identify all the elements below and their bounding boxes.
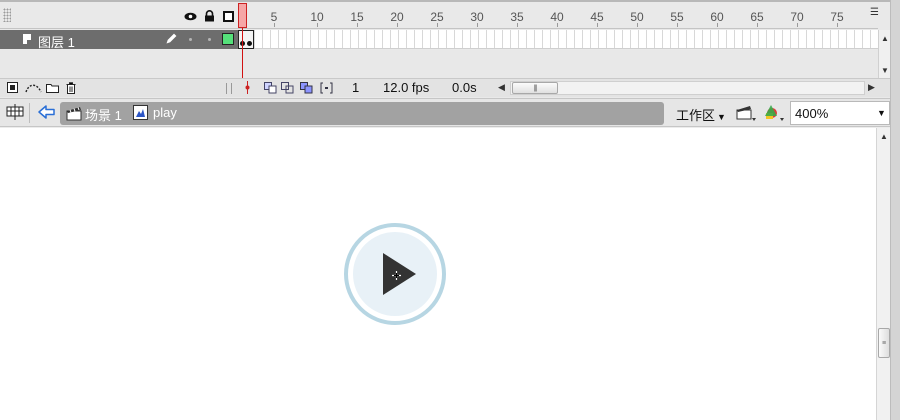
zoom-value: 400% [795, 106, 829, 121]
ruler-tick [477, 23, 478, 27]
chevron-down-icon: ▼ [717, 112, 726, 122]
ruler-number: 50 [630, 10, 644, 24]
ruler-tick [677, 23, 678, 27]
pencil-icon [166, 33, 177, 44]
edit-bar-divider [29, 103, 30, 123]
ruler-number: 65 [750, 10, 764, 24]
keyframe-dot [247, 41, 252, 46]
ruler-number: 70 [790, 10, 804, 24]
breadcrumb: 场景 1 play [60, 102, 664, 125]
ruler-number: 30 [470, 10, 484, 24]
back-arrow-icon[interactable] [38, 104, 56, 120]
ruler-number: 45 [590, 10, 604, 24]
scrollbar-thumb[interactable]: ||| [512, 82, 558, 94]
ruler-tick [837, 23, 838, 27]
timeline-header-divider [0, 28, 878, 29]
ruler-number: 5 [270, 10, 278, 24]
trash-icon[interactable] [64, 81, 77, 94]
edit-scene-icon[interactable] [736, 104, 758, 122]
ruler-tick [597, 23, 598, 27]
layer-outline-color[interactable] [222, 33, 234, 45]
onion-skin-outlines-icon[interactable] [281, 81, 294, 94]
ruler-number: 10 [310, 10, 324, 24]
lock-icon[interactable] [202, 9, 216, 23]
ruler-tick [557, 23, 558, 27]
edit-bar: 场景 1 play 工作区 ▼ 400% ▼ [0, 98, 900, 127]
stage-vertical-scrollbar[interactable]: ▲ ≡ [876, 128, 890, 420]
ruler-number: 60 [710, 10, 724, 24]
center-frame-icon[interactable] [242, 81, 252, 94]
stage[interactable] [0, 128, 876, 420]
ruler-number: 15 [350, 10, 364, 24]
edit-symbols-icon[interactable] [762, 104, 786, 122]
eye-icon[interactable] [183, 9, 197, 23]
workspace-menu[interactable]: 工作区 ▼ [676, 105, 726, 124]
motion-guide-icon[interactable] [24, 81, 42, 94]
ruler-number: 35 [510, 10, 524, 24]
symbol-crumb[interactable]: play [153, 105, 177, 120]
timeline-top-rule [0, 0, 900, 2]
timeline-panel: 1 5 10 15 20 25 30 35 40 45 50 55 60 65 … [0, 0, 900, 98]
layer-lock-dot[interactable] [208, 38, 211, 41]
scrollbar-thumb[interactable]: ≡ [878, 328, 890, 358]
frame-rate[interactable]: 12.0 fps [383, 80, 429, 95]
scroll-up-arrow-icon[interactable]: ▲ [878, 130, 890, 142]
scroll-right-arrow-icon[interactable]: ▶ [868, 82, 875, 93]
ruler-number: 20 [390, 10, 404, 24]
ruler-tick [757, 23, 758, 27]
ruler-tick [637, 23, 638, 27]
scene-clapper-icon [66, 105, 82, 121]
ruler-number: 55 [670, 10, 684, 24]
playhead[interactable] [238, 3, 247, 28]
frame-grid[interactable] [238, 30, 878, 49]
ruler-number: 75 [830, 10, 844, 24]
layer-visibility-dot[interactable] [189, 38, 192, 41]
ruler-number: 25 [430, 10, 444, 24]
scroll-left-arrow-icon[interactable]: ◀ [498, 82, 505, 93]
ruler-tick [717, 23, 718, 27]
ruler-tick [797, 23, 798, 27]
ruler-tick [274, 23, 275, 27]
ruler-tick [317, 23, 318, 27]
workspace-label: 工作区 [676, 108, 716, 123]
keyframe-1[interactable] [238, 30, 254, 49]
layers-empty-area [0, 50, 878, 78]
scene-crumb[interactable]: 场景 1 [85, 105, 122, 124]
new-folder-icon[interactable] [46, 81, 59, 94]
panel-edge [890, 0, 900, 420]
ruler-tick [397, 23, 398, 27]
timeline-toggle-icon[interactable] [5, 102, 25, 122]
onion-skin-icon[interactable] [264, 81, 277, 94]
zoom-select[interactable]: 400% ▼ [790, 101, 890, 125]
elapsed-time: 0.0s [452, 80, 477, 95]
crosshair-icon [392, 269, 401, 280]
layer-name[interactable]: 图层 1 [38, 32, 75, 51]
ruler-tick [517, 23, 518, 27]
timeline-grip[interactable] [3, 8, 11, 22]
modify-onion-markers-icon[interactable] [320, 81, 333, 94]
ruler-number: 40 [550, 10, 564, 24]
ruler-tick [437, 23, 438, 27]
playhead-line [242, 28, 243, 78]
splitter-handle[interactable] [226, 83, 232, 94]
movieclip-symbol-icon [133, 105, 149, 121]
layer-icon [23, 34, 31, 44]
new-layer-icon[interactable] [6, 81, 19, 94]
frame-ruler[interactable]: 1 5 10 15 20 25 30 35 40 45 50 55 60 65 … [238, 4, 878, 28]
timeline-status-bar: 1 12.0 fps 0.0s ◀ ||| ▶ [0, 78, 900, 97]
current-frame: 1 [352, 80, 360, 95]
edit-multiple-frames-icon[interactable] [300, 81, 313, 94]
timeline-horizontal-scrollbar[interactable]: ||| [510, 81, 865, 95]
timeline-vertical-scrollbar[interactable]: ▲ ▼ [878, 30, 890, 78]
ruler-tick [357, 23, 358, 27]
timeline-menu-icon[interactable]: ☰ [870, 7, 879, 18]
layer-row[interactable]: 图层 1 [0, 30, 238, 51]
chevron-down-icon: ▼ [877, 108, 886, 118]
